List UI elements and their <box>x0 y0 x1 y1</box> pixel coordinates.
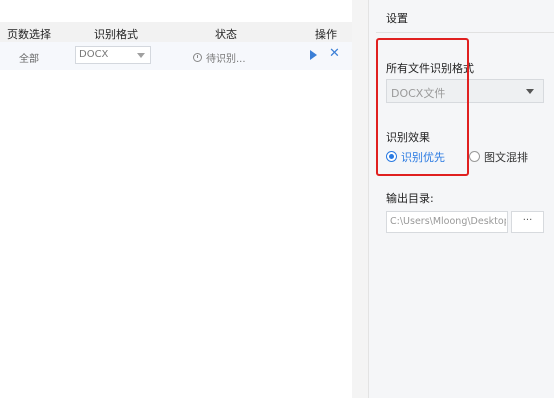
radio-mixed-layout-label[interactable]: 图文混排 <box>484 149 528 165</box>
page-range-cell[interactable]: 全部 <box>19 50 39 65</box>
header-status: 状态 <box>215 28 237 41</box>
row-format-value: DOCX <box>79 49 109 60</box>
chevron-down-icon <box>137 53 145 58</box>
highlight-box <box>376 38 469 176</box>
output-path-input[interactable]: C:\Users\Mloong\Desktop\ <box>386 211 508 233</box>
clock-icon <box>193 53 202 62</box>
table-row[interactable]: 全部 DOCX 待识别... ✕ <box>0 42 352 70</box>
settings-title: 设置 <box>386 12 408 25</box>
output-dir-label: 输出目录: <box>386 192 434 205</box>
header-page-select: 页数选择 <box>7 28 51 41</box>
browse-button[interactable]: ··· <box>511 211 544 233</box>
chevron-down-icon <box>526 89 534 94</box>
list-scrollbar[interactable] <box>352 0 368 398</box>
play-icon[interactable] <box>310 50 317 60</box>
status-text: 待识别... <box>206 54 246 65</box>
list-header: 页数选择 识别格式 状态 操作 <box>0 22 352 42</box>
file-list-panel: 页数选择 识别格式 状态 操作 全部 DOCX 待识别... ✕ <box>0 0 352 398</box>
radio-mixed-layout[interactable] <box>469 151 480 162</box>
status-cell: 待识别... <box>193 50 246 65</box>
settings-divider <box>376 32 554 33</box>
header-action: 操作 <box>315 28 337 41</box>
header-format: 识别格式 <box>94 28 138 41</box>
row-format-select[interactable]: DOCX <box>75 46 151 64</box>
close-icon[interactable]: ✕ <box>329 47 340 61</box>
output-path-value: C:\Users\Mloong\Desktop\ <box>390 216 506 227</box>
